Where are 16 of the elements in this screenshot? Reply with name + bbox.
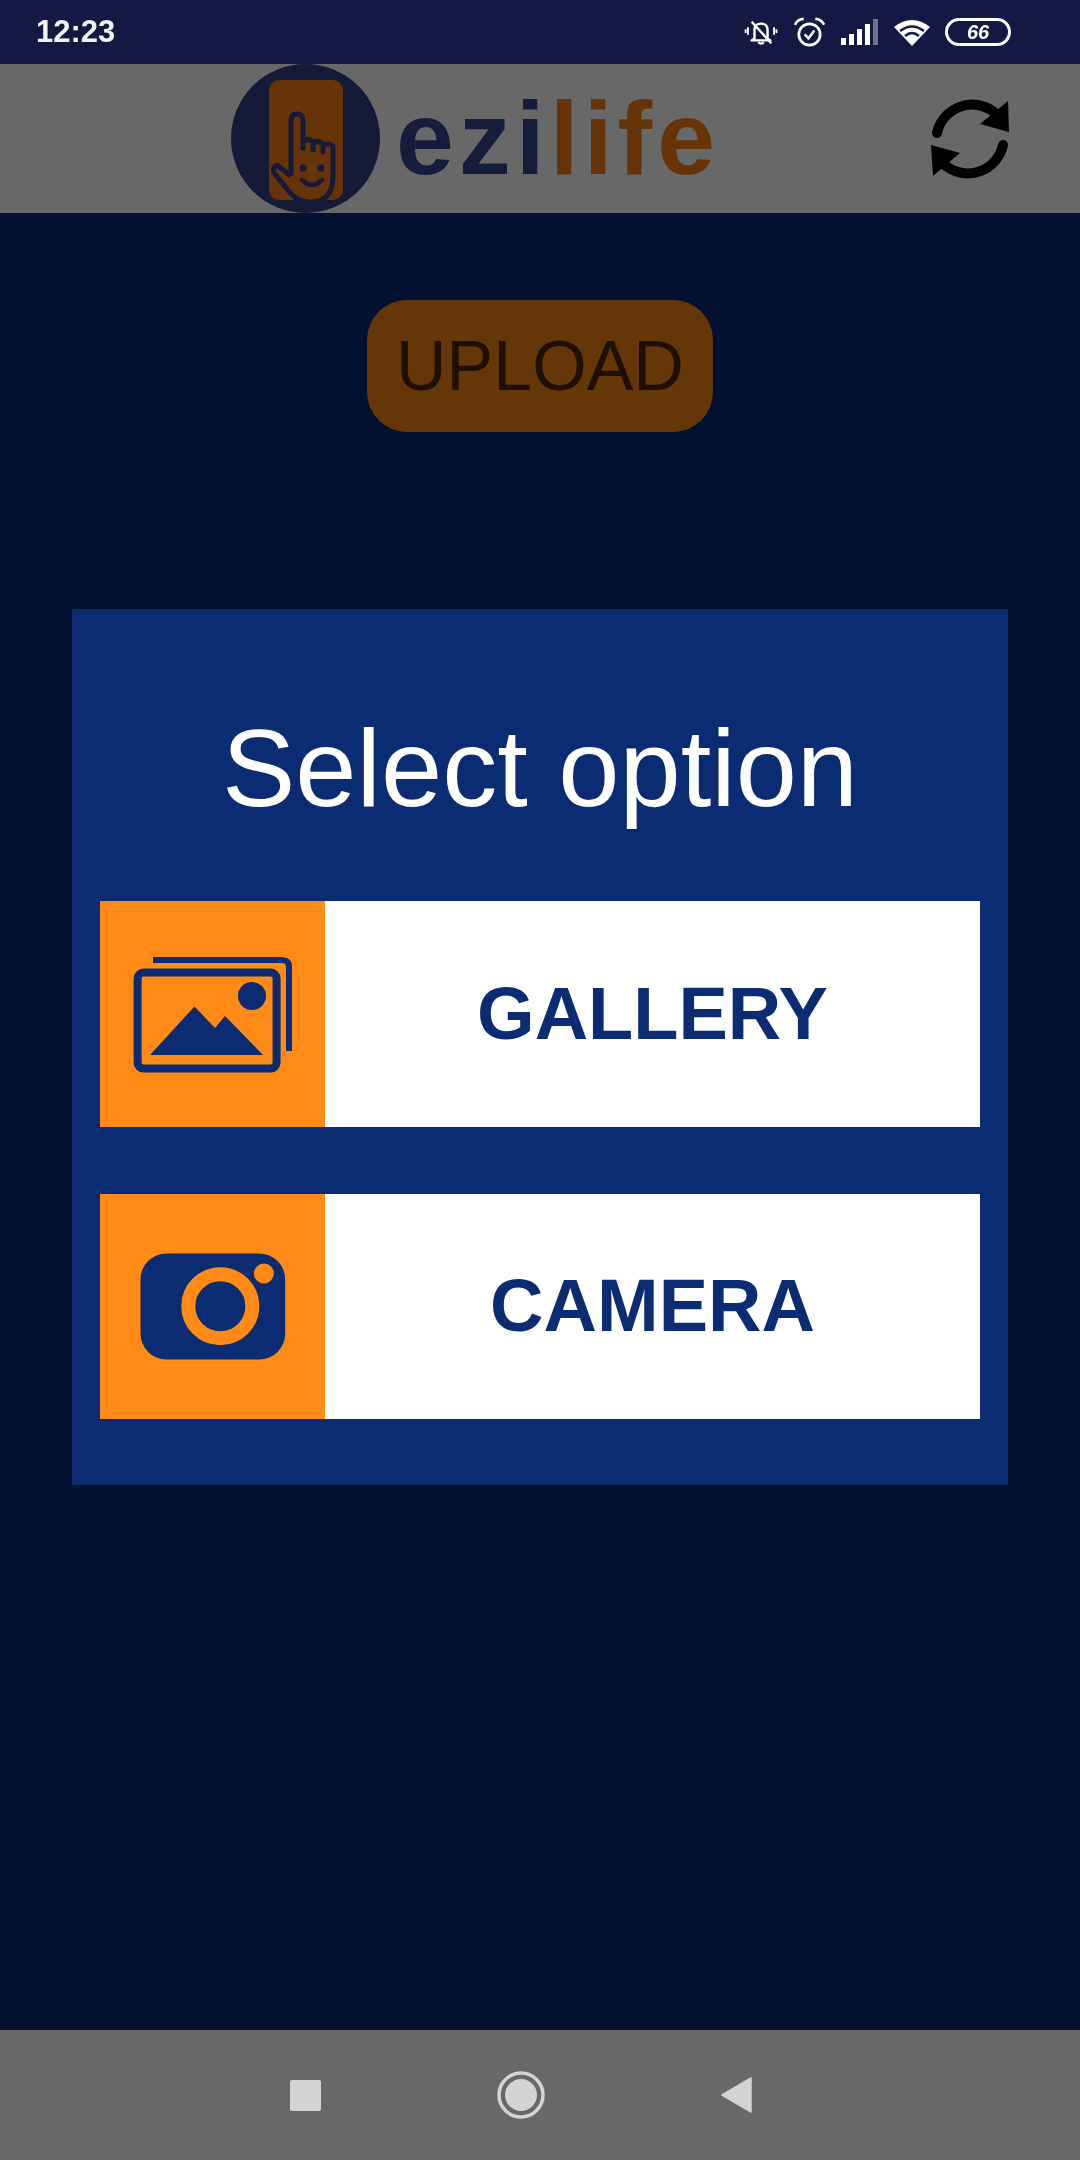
back-icon[interactable]: [720, 2077, 752, 2113]
logo-text: life: [549, 79, 720, 199]
signal-icon: [841, 19, 879, 45]
image-stack-icon: [100, 901, 325, 1127]
gallery-button[interactable]: GALLERY: [100, 901, 980, 1127]
camera-icon: [100, 1194, 325, 1419]
alarm-clock-icon: [793, 16, 826, 48]
wifi-icon: [894, 18, 930, 46]
dialog-title: Select option: [221, 705, 859, 831]
recents-icon[interactable]: [289, 2079, 321, 2111]
battery-indicator: 66: [945, 18, 1011, 46]
camera-button[interactable]: CAMERA: [100, 1194, 980, 1419]
logo-text: ezi: [396, 79, 550, 199]
home-icon[interactable]: [496, 2071, 545, 2119]
status-time: 12:23: [36, 13, 116, 51]
muted-bell-icon: [744, 18, 778, 46]
